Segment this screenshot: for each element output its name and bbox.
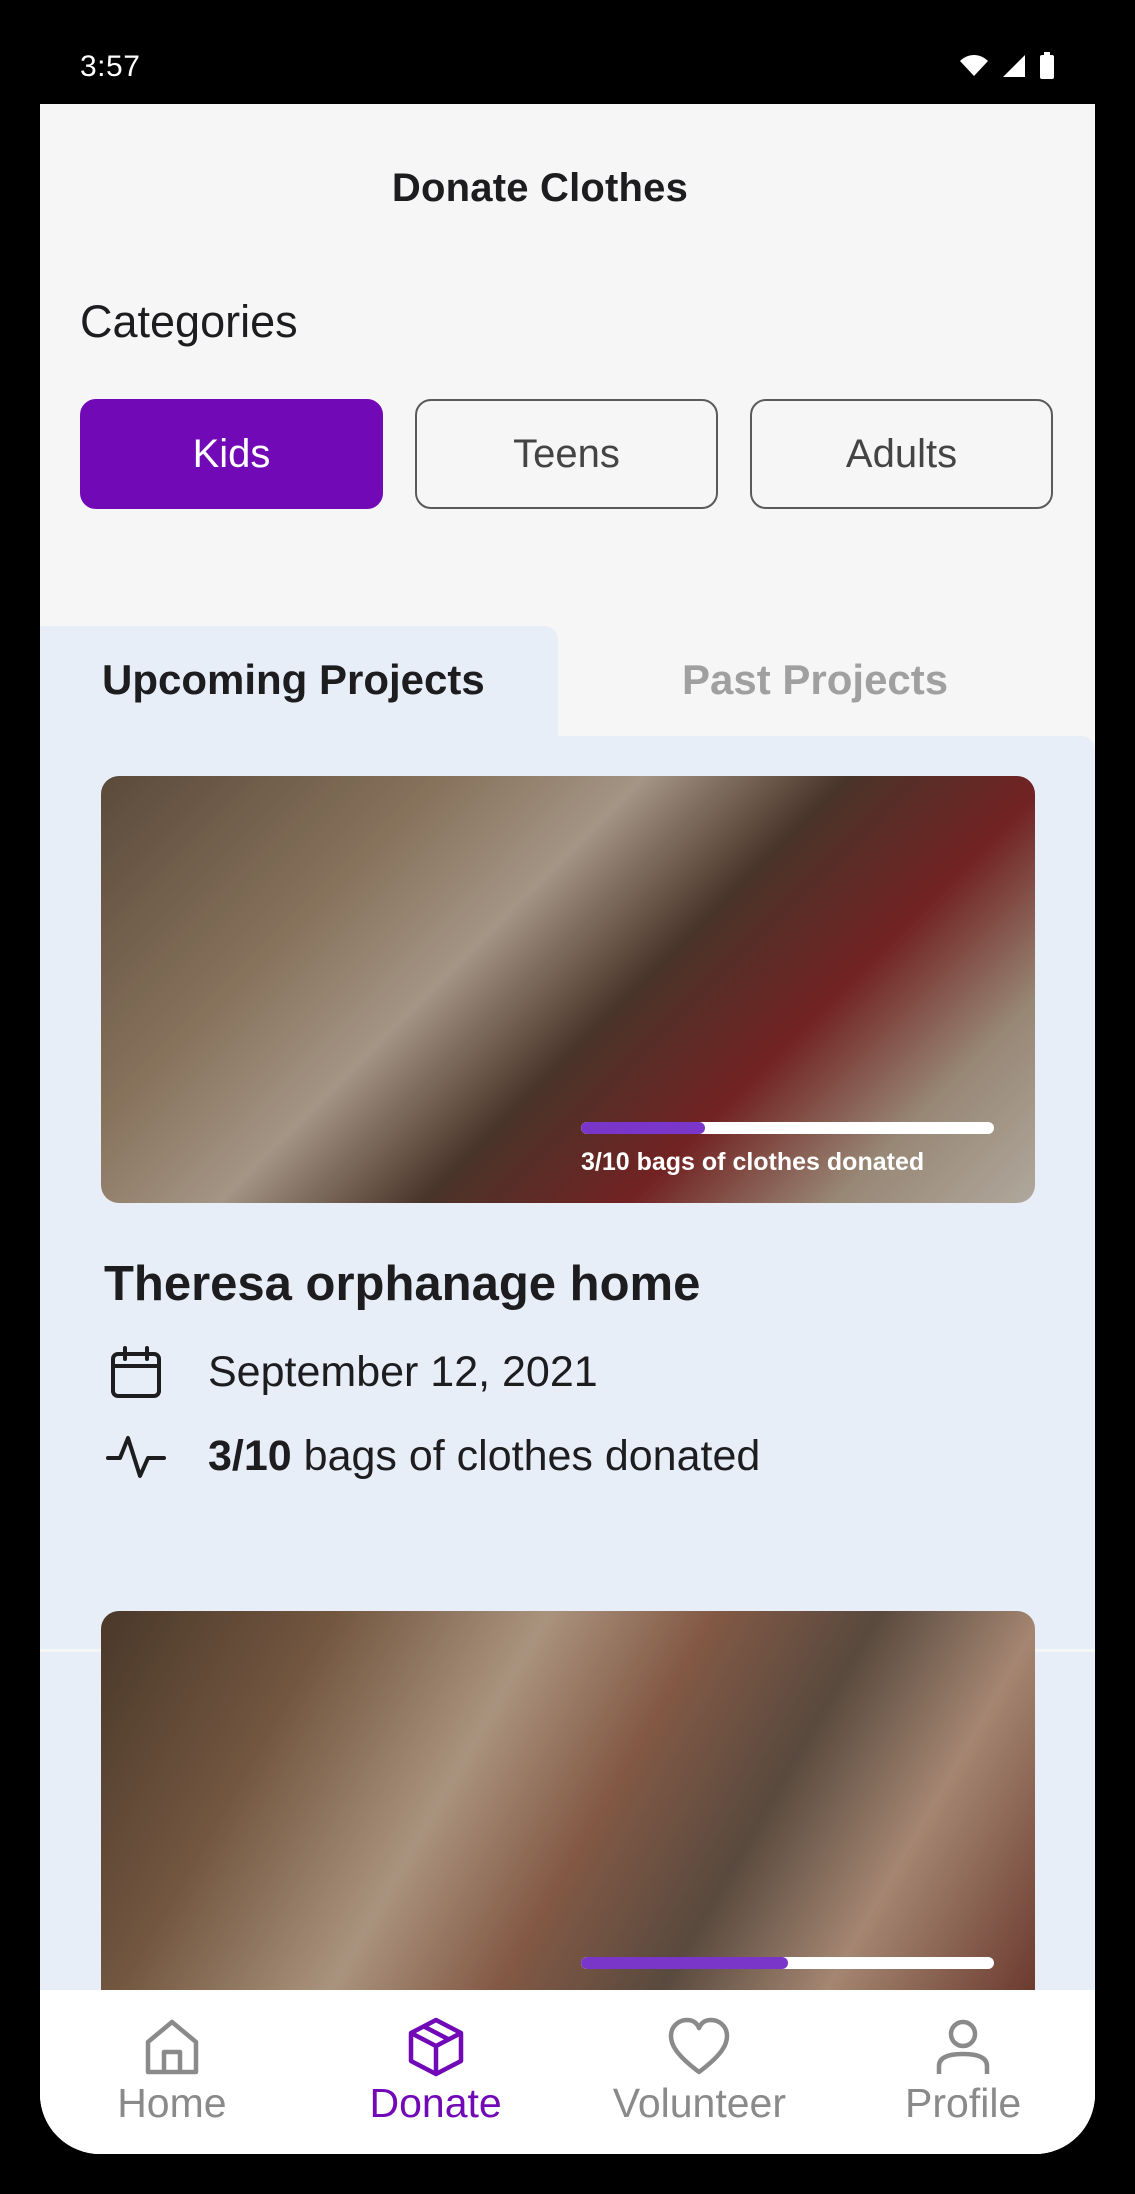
tab-upcoming-projects[interactable]: Upcoming Projects	[102, 656, 485, 704]
status-time: 3:57	[80, 50, 141, 83]
battery-icon	[1040, 52, 1054, 79]
activity-icon	[106, 1426, 166, 1486]
calendar-icon	[106, 1342, 166, 1402]
project-title: Theresa orphanage home	[104, 1257, 701, 1311]
project-donated-count: 3/10	[208, 1431, 292, 1480]
progress-bar	[581, 1122, 994, 1134]
person-icon	[936, 2019, 990, 2074]
nav-profile-label: Profile	[905, 2080, 1022, 2126]
page-title: Donate Clothes	[391, 166, 689, 210]
nav-home[interactable]: Home	[40, 1990, 304, 2154]
tab-past-projects[interactable]: Past Projects	[682, 656, 948, 704]
project-date: September 12, 2021	[208, 1347, 598, 1396]
category-kids-button[interactable]: Kids	[80, 399, 383, 509]
home-icon	[145, 2019, 199, 2075]
project-image: 3/10 bags of clothes donated	[101, 776, 1035, 1203]
project-date-row: September 12, 2021	[106, 1342, 598, 1402]
screen: Donate Clothes Categories Kids Teens Adu…	[40, 104, 1095, 2154]
status-bar: 3:57	[0, 0, 1135, 104]
cellular-signal-icon	[1003, 55, 1025, 77]
progress-overlay-text: 3/10 bags of clothes donated	[581, 1148, 925, 1176]
nav-volunteer[interactable]: Volunteer	[568, 1990, 832, 2154]
category-teens-button[interactable]: Teens	[415, 399, 718, 509]
project-donated-text: 3/10 bags of clothes donated	[208, 1432, 760, 1481]
progress-bar-fill	[581, 1957, 788, 1969]
project-donated-suffix: bags of clothes donated	[291, 1431, 761, 1480]
progress-bar-fill	[581, 1122, 705, 1134]
nav-volunteer-label: Volunteer	[612, 2080, 786, 2126]
nav-profile[interactable]: Profile	[831, 1990, 1095, 2154]
nav-donate[interactable]: Donate	[304, 1990, 568, 2154]
projects-section: Upcoming Projects Past Projects 3/10 bag…	[40, 626, 1095, 2154]
wifi-icon	[960, 55, 988, 76]
nav-donate-label: Donate	[369, 2080, 502, 2126]
bottom-navigation: Home Donate Volunteer Profile	[40, 1990, 1095, 2154]
nav-home-label: Home	[117, 2080, 227, 2126]
status-icons	[959, 52, 1055, 80]
project-image	[101, 1611, 1035, 2038]
progress-bar	[581, 1957, 994, 1969]
phone-frame: 3:57 Donate Clothes Categories Kids Teen…	[0, 0, 1135, 2194]
project-progress-row: 3/10 bags of clothes donated	[106, 1426, 760, 1486]
category-selector: Kids Teens Adults	[80, 399, 1053, 509]
heart-icon	[669, 2017, 730, 2075]
box-icon	[408, 2017, 463, 2077]
categories-label: Categories	[80, 296, 298, 347]
category-adults-button[interactable]: Adults	[750, 399, 1053, 509]
